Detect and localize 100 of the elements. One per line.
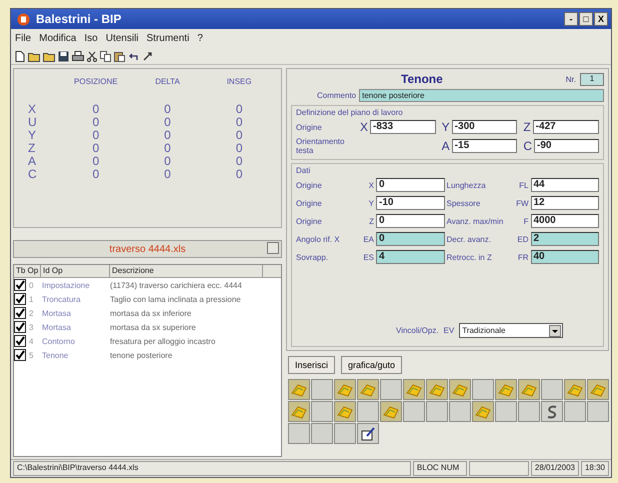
- field-code: ED: [516, 234, 528, 244]
- axis-value: 0: [163, 117, 172, 128]
- printer-icon[interactable]: [72, 50, 84, 62]
- axis-value: 0: [163, 143, 172, 154]
- input-field[interactable]: -427: [532, 120, 599, 134]
- field-code: Z: [368, 216, 374, 226]
- status-panel: [468, 461, 529, 476]
- input-field[interactable]: 40: [530, 250, 599, 264]
- input-field[interactable]: 44: [530, 178, 599, 192]
- window-control[interactable]: -: [564, 12, 578, 26]
- input-field[interactable]: -300: [452, 120, 518, 134]
- copy-icon[interactable]: [100, 50, 111, 62]
- checkbox[interactable]: [14, 349, 26, 361]
- window-title: Balestrini - BIP: [36, 12, 122, 26]
- menu-item[interactable]: Modifica: [39, 33, 76, 44]
- axis-label: X: [27, 104, 38, 115]
- checkbox[interactable]: [14, 335, 26, 347]
- checkbox[interactable]: [14, 321, 26, 333]
- input-field[interactable]: -10: [376, 196, 444, 210]
- table-cell-text: Impostazione: [41, 280, 91, 290]
- field-label: Nr.: [566, 74, 576, 84]
- input-field[interactable]: 4000: [530, 214, 599, 228]
- row-number: 4: [29, 336, 34, 346]
- axis-value: 0: [234, 156, 244, 167]
- input-field[interactable]: 12: [530, 196, 599, 210]
- column-header: INSEG: [226, 77, 253, 86]
- window-control[interactable]: □: [579, 12, 593, 26]
- input-field[interactable]: -15: [452, 139, 518, 153]
- row-number: 2: [29, 308, 34, 318]
- axis-value: 0: [91, 156, 100, 167]
- menu-item[interactable]: Iso: [84, 33, 98, 44]
- new-file-icon[interactable]: [15, 50, 25, 62]
- number-field[interactable]: 1: [580, 72, 604, 86]
- table-cell: (11734) traverso carichiera ecc. 4444: [110, 280, 242, 290]
- undo-icon[interactable]: [128, 50, 139, 62]
- group-title: Dati: [296, 166, 312, 175]
- field-label: Avanz. max/min: [446, 216, 504, 226]
- checkbox[interactable]: [14, 279, 26, 291]
- dropdown[interactable]: Tradizionale: [459, 323, 564, 338]
- axis-value: 0: [234, 143, 244, 154]
- field-code: EV: [444, 326, 454, 335]
- tool-button[interactable]: [357, 423, 379, 444]
- action-button[interactable]: Inserisci: [288, 356, 336, 374]
- table-cell: tenone posteriore: [110, 350, 172, 360]
- axis-label: U: [27, 117, 38, 128]
- save-icon[interactable]: [58, 50, 69, 62]
- table-cell-text: Contorno: [41, 336, 76, 346]
- axis-value: 0: [234, 104, 244, 115]
- field-code: FW: [515, 198, 528, 208]
- table-cell-text: Mortasa: [41, 308, 72, 318]
- column-header[interactable]: Id Op: [41, 265, 110, 277]
- paste-icon[interactable]: [114, 50, 125, 62]
- input-field[interactable]: 0: [376, 232, 444, 246]
- row-number: 3: [29, 322, 34, 332]
- menu-item[interactable]: File: [15, 33, 32, 44]
- column-header[interactable]: Descrizione: [110, 265, 263, 277]
- column-header[interactable]: Tb Op: [14, 265, 41, 277]
- axis-value: 0: [234, 117, 244, 128]
- menu-item[interactable]: Utensili: [106, 33, 139, 44]
- field-label: Sovrapp.: [296, 252, 330, 262]
- axis-label: Y: [27, 130, 38, 141]
- window-control[interactable]: X: [594, 12, 608, 26]
- axis-label: C: [523, 139, 532, 153]
- comment-field[interactable]: tenone posteriore: [359, 89, 604, 102]
- file-name: traverso 4444.xls: [109, 244, 186, 254]
- field-label: Origine: [296, 180, 323, 190]
- axis-label: A: [442, 139, 450, 153]
- input-field[interactable]: -833: [370, 120, 436, 134]
- field-code: F: [522, 216, 528, 226]
- axis-value: 0: [163, 130, 172, 141]
- input-field[interactable]: 4: [376, 250, 444, 264]
- input-field[interactable]: -90: [534, 139, 599, 153]
- row-number: 5: [29, 350, 34, 360]
- action-button[interactable]: grafica/guto: [341, 356, 402, 374]
- row-number: 1: [29, 294, 34, 304]
- field-label: Angolo rif. X: [296, 234, 341, 244]
- field-label: Vincoli/Opz.: [396, 326, 439, 335]
- axis-value: 0: [91, 104, 100, 115]
- field-code: Y: [368, 198, 374, 208]
- menu-item[interactable]: Strumenti: [146, 33, 190, 44]
- axis-value: 0: [91, 143, 100, 154]
- field-label: Lunghezza: [446, 180, 487, 190]
- field-label: Retrocc. in Z: [446, 252, 493, 262]
- folder-icon[interactable]: [28, 50, 40, 62]
- field-code: FL: [518, 180, 528, 190]
- folder-icon[interactable]: [43, 50, 55, 62]
- field-code: X: [368, 180, 374, 190]
- scissors-icon[interactable]: [87, 50, 97, 62]
- checkbox[interactable]: [14, 293, 26, 305]
- checkbox[interactable]: [14, 307, 26, 319]
- table-cell-text: Tenone: [41, 350, 70, 360]
- axis-value: 0: [91, 130, 100, 141]
- status-numlock: BLOC NUM: [412, 461, 467, 476]
- table-cell: fresatura per alloggio incastro: [110, 336, 216, 346]
- field-label: Origine: [296, 122, 323, 132]
- menu-item[interactable]: ?: [197, 33, 203, 44]
- column-header: POSIZIONE: [73, 77, 119, 86]
- input-field[interactable]: 0: [376, 178, 444, 192]
- input-field[interactable]: 0: [376, 214, 444, 228]
- input-field[interactable]: 2: [530, 232, 599, 246]
